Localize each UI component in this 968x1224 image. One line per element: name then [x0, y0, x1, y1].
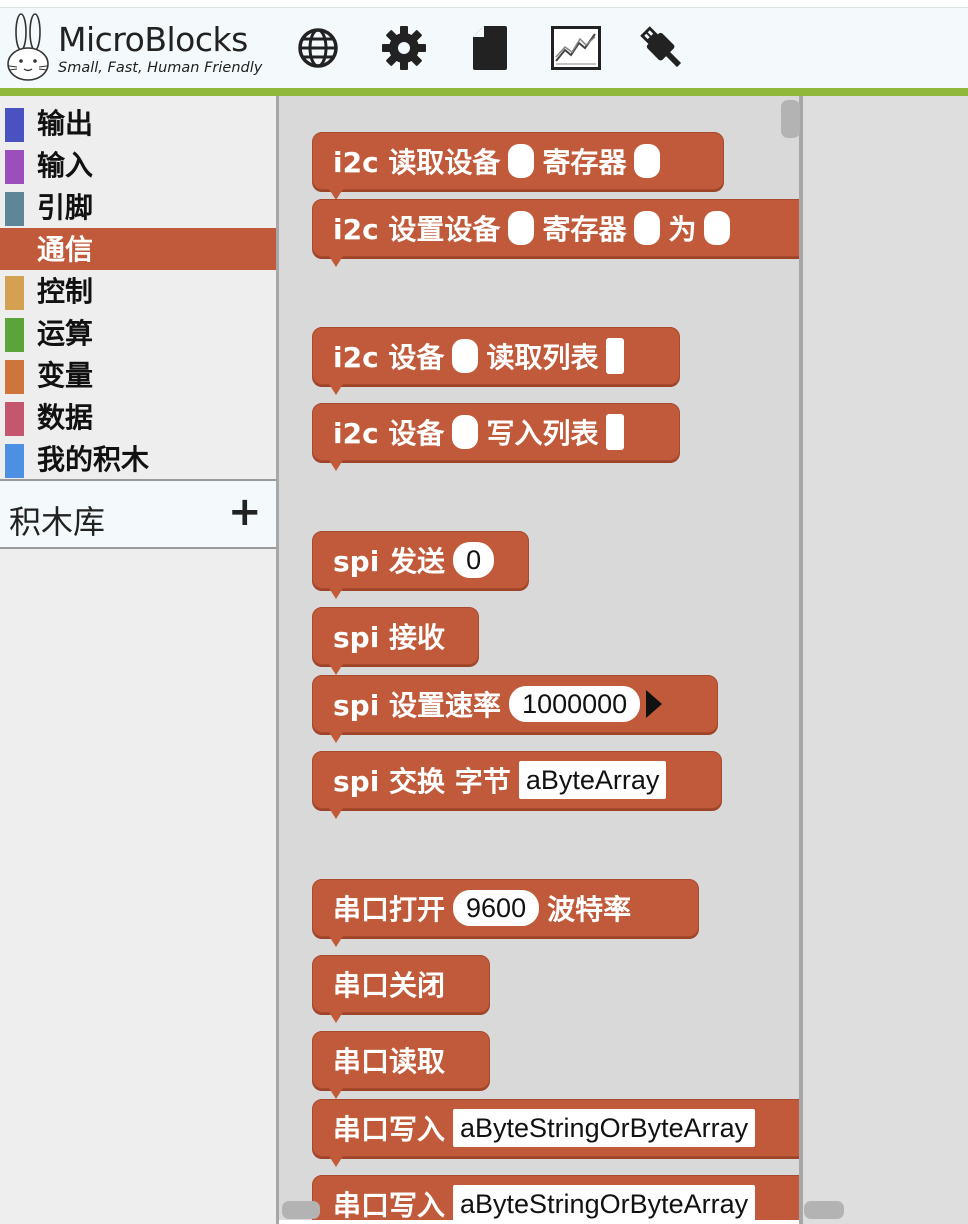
block-i2c-write-list[interactable]: i2c 设备 写入列表 [312, 403, 680, 461]
value-slot[interactable] [704, 211, 731, 245]
category-my-blocks[interactable]: 我的积木 [0, 438, 276, 480]
category-label: 通信 [37, 233, 94, 266]
block-label: 为 [668, 213, 697, 246]
block-label: 寄存器 [542, 146, 627, 179]
graph-icon [551, 26, 601, 70]
category-label: 输入 [37, 149, 94, 182]
app-tagline: Small, Fast, Human Friendly [58, 60, 263, 76]
category-label: 引脚 [37, 191, 94, 224]
category-label: 变量 [37, 359, 94, 392]
category-label: 我的积木 [37, 443, 150, 476]
category-comm[interactable]: 通信 [0, 228, 276, 270]
top-bar: MicroBlocks Small, Fast, Human Friendly [0, 0, 968, 88]
script-area-horizontal-scrollbar[interactable] [804, 1201, 844, 1219]
block-label: 串口写入 [333, 1189, 446, 1220]
category-panel: 输出 输入 引脚 通信 控制 运算 变量 数据 我的积木 [0, 96, 276, 1224]
block-spi-send[interactable]: spi 发送 0 [312, 531, 529, 589]
spi-speed-value[interactable]: 1000000 [509, 686, 641, 722]
category-output[interactable]: 输出 [0, 102, 276, 144]
category-color-swatch [5, 276, 24, 310]
category-input[interactable]: 输入 [0, 144, 276, 186]
library-label: 积木库 [9, 503, 106, 541]
serial-write-value[interactable]: aByteStringOrByteArray [453, 1109, 756, 1147]
device-slot[interactable] [508, 211, 535, 245]
category-label: 运算 [37, 317, 94, 350]
category-variables[interactable]: 变量 [0, 354, 276, 396]
category-color-swatch [5, 444, 24, 478]
category-operators[interactable]: 运算 [0, 312, 276, 354]
connect-button[interactable] [636, 22, 688, 74]
category-label: 控制 [37, 275, 94, 308]
block-label: spi 发送 [333, 545, 446, 578]
block-label: spi 设置速率 [333, 689, 502, 722]
block-i2c-set[interactable]: i2c 设置设备 寄存器 为 [312, 199, 799, 257]
block-label: 串口写入 [333, 1113, 446, 1146]
list-slot[interactable] [606, 338, 625, 374]
block-palette: i2c 读取设备 寄存器 i2c 设置设备 寄存器 为 i2c 设备 读取列表 … [279, 96, 799, 1220]
block-serial-write[interactable]: 串口写入 aByteStringOrByteArray [312, 1099, 799, 1157]
block-label: 串口打开 [333, 893, 446, 926]
language-button[interactable] [292, 22, 344, 74]
palette-vertical-scrollbar[interactable] [781, 100, 800, 138]
device-slot[interactable] [452, 415, 479, 449]
library-row[interactable]: 积木库 + [0, 479, 276, 549]
gear-icon [382, 26, 426, 70]
category-color-swatch [5, 108, 24, 142]
block-spi-receive[interactable]: spi 接收 [312, 607, 479, 665]
graph-button[interactable] [550, 22, 602, 74]
list-slot[interactable] [606, 414, 625, 450]
top-bar-edge [0, 0, 968, 8]
block-serial-open[interactable]: 串口打开 9600 波特率 [312, 879, 699, 937]
category-color-swatch [5, 318, 24, 352]
category-label: 输出 [37, 107, 94, 140]
block-serial-write-2[interactable]: 串口写入 aByteStringOrByteArray [312, 1175, 799, 1220]
spi-exchange-value[interactable]: aByteArray [518, 761, 667, 799]
app-title: MicroBlocks [58, 20, 248, 59]
accent-bar [0, 88, 968, 96]
category-label: 数据 [37, 401, 94, 434]
block-label: i2c 设置设备 [333, 213, 501, 246]
block-spi-set-speed[interactable]: spi 设置速率 1000000 [312, 675, 718, 733]
block-label: 串口关闭 [333, 969, 446, 1002]
expand-arrow-icon[interactable] [646, 690, 663, 718]
file-icon [473, 26, 507, 70]
register-slot[interactable] [634, 211, 661, 245]
block-label: spi 接收 [333, 621, 446, 654]
block-label: 波特率 [547, 893, 632, 926]
block-i2c-read-list[interactable]: i2c 设备 读取列表 [312, 327, 680, 385]
register-slot[interactable] [634, 144, 661, 178]
block-label: 写入列表 [486, 417, 599, 450]
globe-icon [298, 28, 338, 68]
settings-button[interactable] [378, 22, 430, 74]
add-library-button[interactable]: + [228, 489, 262, 535]
block-serial-read[interactable]: 串口读取 [312, 1031, 490, 1089]
script-area[interactable] [803, 96, 968, 1224]
device-slot[interactable] [452, 339, 479, 373]
category-data[interactable]: 数据 [0, 396, 276, 438]
block-i2c-read[interactable]: i2c 读取设备 寄存器 [312, 132, 724, 190]
bunny-logo-icon [7, 13, 49, 81]
device-slot[interactable] [508, 144, 535, 178]
category-color-swatch [5, 150, 24, 184]
category-control[interactable]: 控制 [0, 270, 276, 312]
block-serial-close[interactable]: 串口关闭 [312, 955, 490, 1013]
usb-icon [640, 26, 682, 68]
block-label: i2c 设备 [333, 341, 445, 374]
baud-rate-value[interactable]: 9600 [453, 890, 540, 926]
block-label: 读取列表 [486, 341, 599, 374]
block-label: spi 交换 字节 [333, 765, 511, 798]
block-spi-exchange[interactable]: spi 交换 字节 aByteArray [312, 751, 722, 809]
category-color-swatch [5, 402, 24, 436]
file-button[interactable] [464, 22, 516, 74]
category-pins[interactable]: 引脚 [0, 186, 276, 228]
category-color-swatch [5, 360, 24, 394]
palette-horizontal-scrollbar[interactable] [282, 1201, 320, 1219]
serial-write-value[interactable]: aByteStringOrByteArray [453, 1185, 756, 1220]
block-label: i2c 读取设备 [333, 146, 501, 179]
block-label: 串口读取 [333, 1045, 446, 1078]
category-color-swatch [5, 192, 24, 226]
spi-send-value[interactable]: 0 [453, 542, 495, 578]
block-label: i2c 设备 [333, 417, 445, 450]
block-label: 寄存器 [542, 213, 627, 246]
